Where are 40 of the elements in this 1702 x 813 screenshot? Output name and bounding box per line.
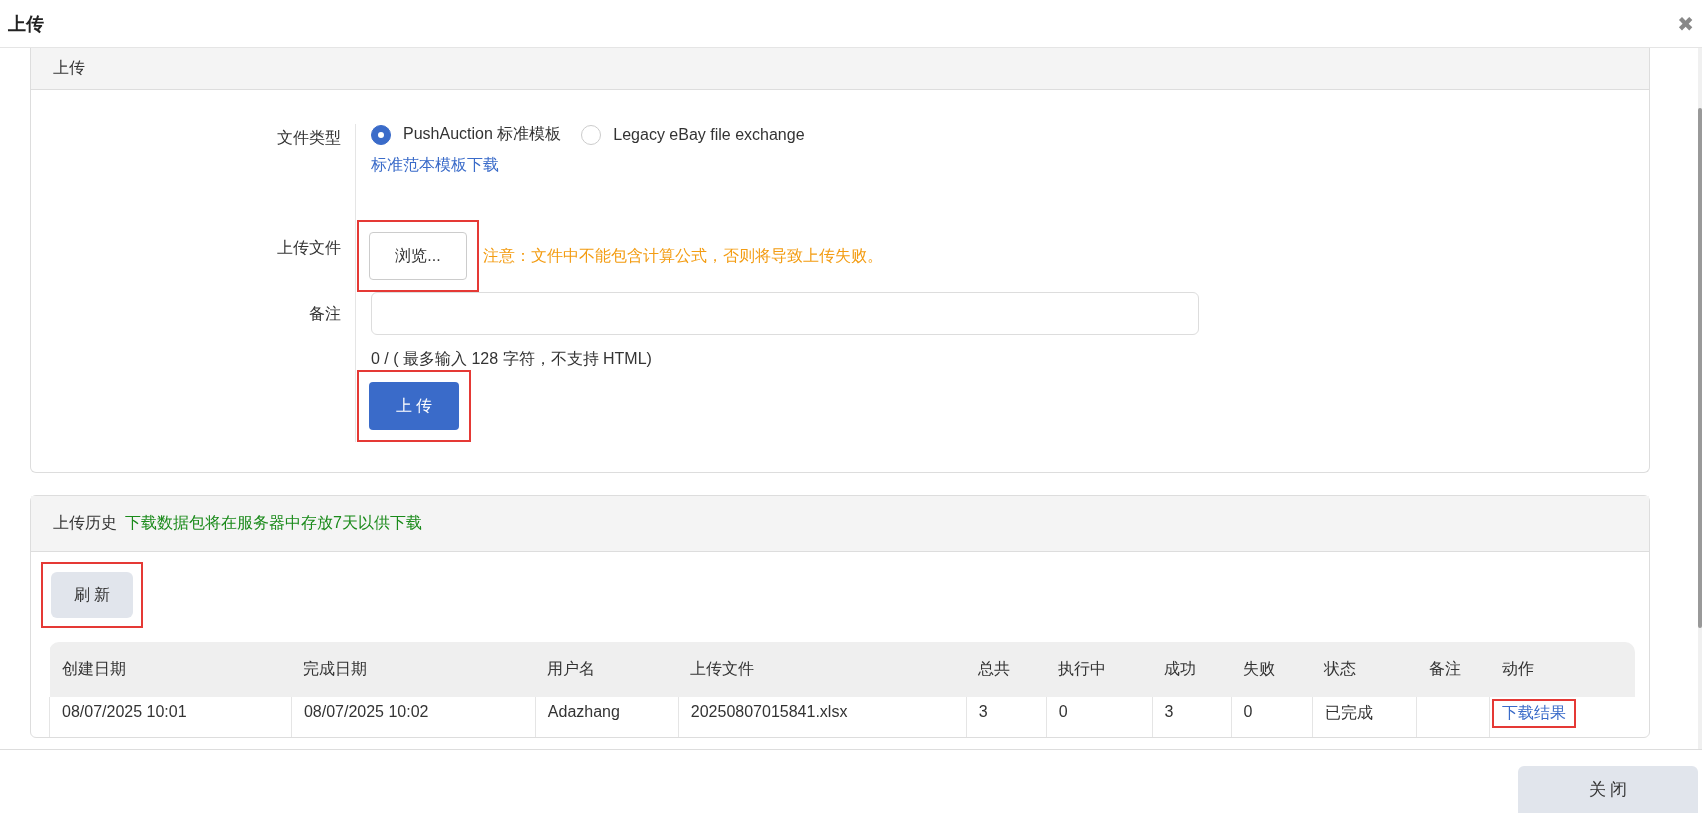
table-cell: 3 xyxy=(1152,697,1232,737)
panel-title: 上传历史 xyxy=(53,513,117,533)
table-cell: 已完成 xyxy=(1312,697,1417,737)
template-download-link[interactable]: 标准范本模板下载 xyxy=(371,155,499,176)
radio-option[interactable]: Legacy eBay file exchange xyxy=(581,124,805,145)
field-label: 备注 xyxy=(309,305,341,322)
table-cell: 3 xyxy=(966,697,1047,737)
character-counter: 0 / ( 最多输入 128 字符，不支持 HTML) xyxy=(371,349,652,369)
refresh-button[interactable]: 刷 新 xyxy=(51,572,133,618)
table-cell: 08/07/2025 10:02 xyxy=(291,697,536,737)
table-cell: 08/07/2025 10:01 xyxy=(49,697,292,737)
field-label: 文件类型 xyxy=(277,129,341,146)
panel-title: 上传 xyxy=(53,58,85,78)
column-header: 状态 xyxy=(1312,642,1417,697)
retention-hint: 下载数据包将在服务器中存放7天以供下载 xyxy=(125,513,422,533)
download-result-link[interactable]: 下载结果 xyxy=(1502,703,1567,724)
column-header: 失败 xyxy=(1231,642,1312,697)
table-cell: 20250807015841.xlsx xyxy=(678,697,967,737)
close-button[interactable]: 关 闭 xyxy=(1518,766,1698,813)
column-header: 动作 xyxy=(1489,642,1635,697)
column-header: 创建日期 xyxy=(49,642,292,697)
warning-text: 注意：文件中不能包含计算公式，否则将导致上传失败。 xyxy=(483,245,883,266)
column-header: 执行中 xyxy=(1046,642,1153,697)
table-cell: 0 xyxy=(1046,697,1153,737)
scrollbar-thumb[interactable] xyxy=(1698,108,1702,628)
table-cell: 0 xyxy=(1231,697,1312,737)
column-header: 总共 xyxy=(966,642,1047,697)
column-header: 用户名 xyxy=(535,642,679,697)
column-header: 完成日期 xyxy=(291,642,536,697)
note-input-field[interactable] xyxy=(371,292,1199,335)
field-label: 上传文件 xyxy=(277,239,341,256)
table-cell: Adazhang xyxy=(535,697,679,737)
column-header: 成功 xyxy=(1152,642,1232,697)
browse-button[interactable]: 浏览... xyxy=(369,232,467,280)
column-header: 上传文件 xyxy=(678,642,967,697)
close-icon[interactable]: ✖ xyxy=(1677,11,1694,36)
column-header: 备注 xyxy=(1417,642,1490,697)
radio-option[interactable]: PushAuction 标准模板 xyxy=(371,124,562,145)
upload-button[interactable]: 上 传 xyxy=(369,382,459,430)
window-title: 上传 xyxy=(8,12,44,36)
